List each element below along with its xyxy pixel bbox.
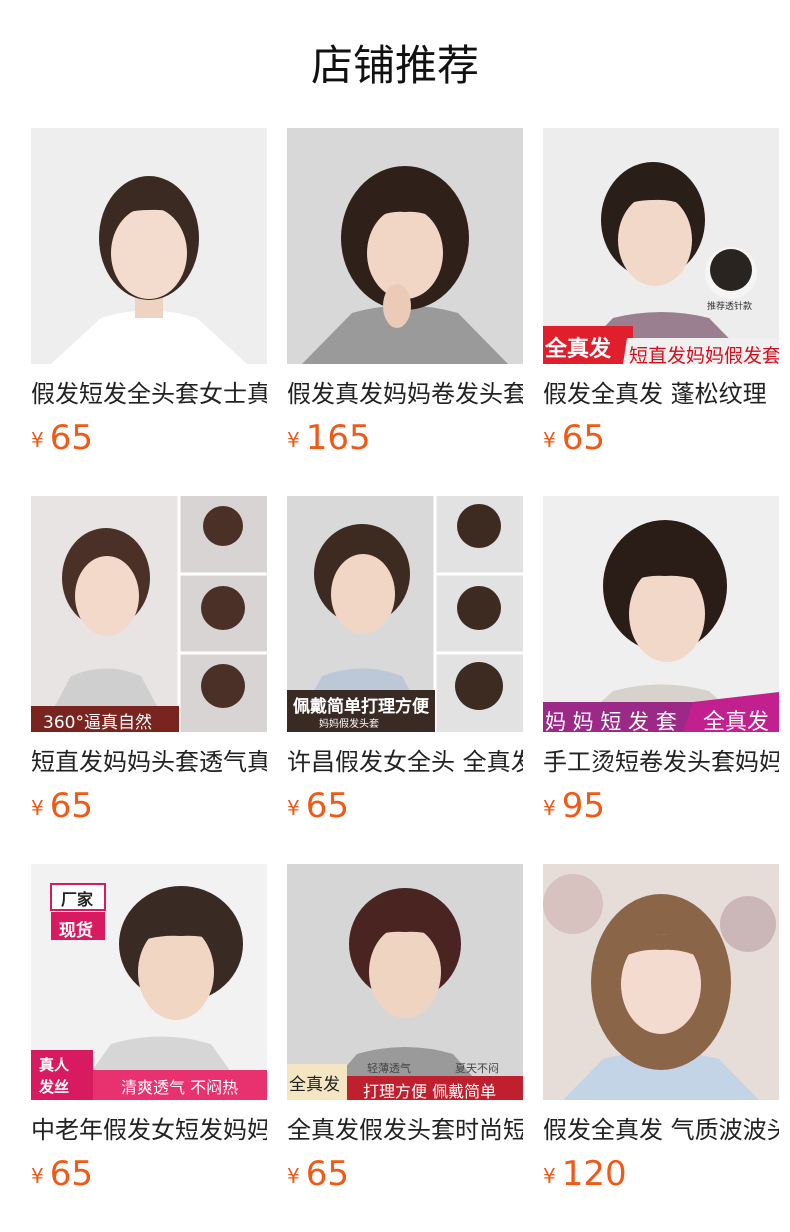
price-value: 165 bbox=[305, 418, 371, 458]
badge-label: 360°逼真自然 bbox=[43, 713, 152, 732]
product-image[interactable]: 佩戴简单打理方便 妈妈假发头套 bbox=[287, 496, 523, 732]
currency-symbol: ¥ bbox=[543, 1164, 556, 1188]
product-price: ¥65 bbox=[543, 418, 779, 458]
product-image[interactable] bbox=[543, 864, 779, 1100]
price-value: 65 bbox=[49, 418, 93, 458]
product-card[interactable]: 佩戴简单打理方便 妈妈假发头套 许昌假发女全头 全真发 ¥65 bbox=[287, 496, 523, 826]
product-name[interactable]: 假发全真发 气质波波头 bbox=[543, 1112, 779, 1148]
product-image[interactable] bbox=[287, 128, 523, 364]
product-image[interactable]: 妈 妈 短 发 套 全真发 bbox=[543, 496, 779, 732]
product-price: ¥65 bbox=[287, 1154, 523, 1194]
product-grid: 假发短发全头套女士真发 ¥65 假发真发妈妈卷发头套 ¥165 bbox=[31, 128, 779, 1194]
product-image[interactable] bbox=[31, 128, 267, 364]
product-name[interactable]: 中老年假发女短发妈妈 bbox=[31, 1112, 267, 1148]
currency-symbol: ¥ bbox=[543, 428, 556, 452]
product-price: ¥65 bbox=[31, 418, 267, 458]
product-card[interactable]: 全真发 轻薄透气 夏天不闷 打理方便 佩戴简单 全真发假发头套时尚短发 ¥65 bbox=[287, 864, 523, 1194]
currency-symbol: ¥ bbox=[287, 428, 300, 452]
product-card[interactable]: 全真发 短直发妈妈假发套 推荐透针款 假发全真发 蓬松纹理 ¥65 bbox=[543, 128, 779, 458]
product-card[interactable]: 厂家 现货 真人 发丝 清爽透气 不闷热 中老年假发女短发妈妈 ¥65 bbox=[31, 864, 267, 1194]
badge-label: 轻薄透气 bbox=[367, 1062, 411, 1075]
product-card[interactable]: 假发全真发 气质波波头 ¥120 bbox=[543, 864, 779, 1194]
badge-label: 妈妈假发头套 bbox=[319, 719, 379, 730]
currency-symbol: ¥ bbox=[31, 428, 44, 452]
badge-label: 妈 妈 短 发 套 bbox=[545, 710, 677, 732]
badge-label: 全真发 bbox=[545, 337, 612, 362]
price-value: 95 bbox=[561, 786, 605, 826]
product-name[interactable]: 全真发假发头套时尚短发 bbox=[287, 1112, 523, 1148]
price-value: 65 bbox=[561, 418, 605, 458]
product-card[interactable]: 假发短发全头套女士真发 ¥65 bbox=[31, 128, 267, 458]
badge-label: 推荐透针款 bbox=[707, 302, 753, 312]
currency-symbol: ¥ bbox=[287, 1164, 300, 1188]
badge-label: 真人 bbox=[39, 1056, 70, 1074]
badge-label: 厂家 bbox=[61, 890, 94, 909]
currency-symbol: ¥ bbox=[31, 1164, 44, 1188]
currency-symbol: ¥ bbox=[31, 796, 44, 820]
page-title: 店铺推荐 bbox=[310, 41, 479, 90]
price-value: 120 bbox=[561, 1154, 627, 1194]
product-price: ¥65 bbox=[287, 786, 523, 826]
badge-label: 全真发 bbox=[289, 1075, 340, 1095]
product-image[interactable]: 厂家 现货 真人 发丝 清爽透气 不闷热 bbox=[31, 864, 267, 1100]
price-value: 65 bbox=[49, 1154, 93, 1194]
badge-label: 佩戴简单打理方便 bbox=[293, 697, 429, 717]
product-image[interactable]: 全真发 短直发妈妈假发套 推荐透针款 bbox=[543, 128, 779, 364]
currency-symbol: ¥ bbox=[543, 796, 556, 820]
badge-label: 夏天不闷 bbox=[455, 1062, 499, 1075]
product-name[interactable]: 假发全真发 蓬松纹理 bbox=[543, 376, 779, 412]
badge-label: 现货 bbox=[59, 921, 93, 941]
product-name[interactable]: 假发真发妈妈卷发头套 bbox=[287, 376, 523, 412]
product-image[interactable]: 全真发 轻薄透气 夏天不闷 打理方便 佩戴简单 bbox=[287, 864, 523, 1100]
product-price: ¥65 bbox=[31, 1154, 267, 1194]
product-card[interactable]: 360°逼真自然 短直发妈妈头套透气真发 ¥65 bbox=[31, 496, 267, 826]
price-value: 65 bbox=[305, 1154, 349, 1194]
product-name[interactable]: 短直发妈妈头套透气真发 bbox=[31, 744, 267, 780]
product-price: ¥120 bbox=[543, 1154, 779, 1194]
badge-label: 全真发 bbox=[703, 710, 770, 732]
badge-label: 发丝 bbox=[39, 1078, 70, 1096]
product-name[interactable]: 许昌假发女全头 全真发 bbox=[287, 744, 523, 780]
badge-label: 短直发妈妈假发套 bbox=[629, 345, 779, 364]
price-value: 65 bbox=[305, 786, 349, 826]
badge-label: 清爽透气 不闷热 bbox=[121, 1078, 239, 1097]
currency-symbol: ¥ bbox=[287, 796, 300, 820]
product-name[interactable]: 手工烫短卷发头套妈妈 bbox=[543, 744, 779, 780]
product-price: ¥65 bbox=[31, 786, 267, 826]
badge-label: 打理方便 佩戴简单 bbox=[363, 1082, 497, 1100]
product-card[interactable]: 假发真发妈妈卷发头套 ¥165 bbox=[287, 128, 523, 458]
price-value: 65 bbox=[49, 786, 93, 826]
product-name[interactable]: 假发短发全头套女士真发 bbox=[31, 376, 267, 412]
product-price: ¥95 bbox=[543, 786, 779, 826]
product-image[interactable]: 360°逼真自然 bbox=[31, 496, 267, 732]
product-card[interactable]: 妈 妈 短 发 套 全真发 手工烫短卷发头套妈妈 ¥95 bbox=[543, 496, 779, 826]
product-price: ¥165 bbox=[287, 418, 523, 458]
